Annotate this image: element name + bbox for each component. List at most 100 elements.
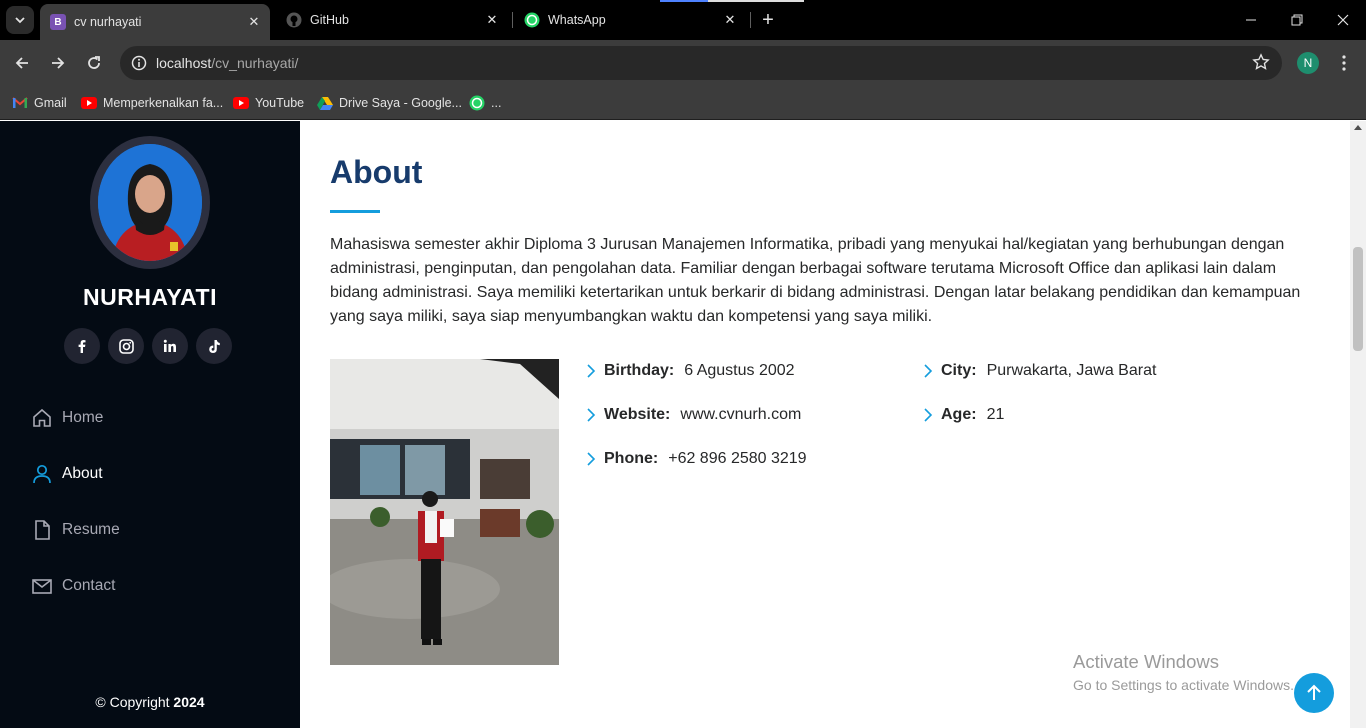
fact-label: Phone: bbox=[604, 450, 659, 467]
chevron-right-icon bbox=[586, 451, 596, 467]
drive-icon bbox=[317, 95, 333, 111]
close-icon[interactable]: ✕ bbox=[482, 10, 502, 30]
bookmark-drive[interactable]: Drive Saya - Google... bbox=[317, 92, 462, 114]
copyright-year: 2024 bbox=[173, 694, 205, 710]
tab-search-button[interactable] bbox=[6, 6, 34, 34]
activate-title: Activate Windows bbox=[1073, 651, 1219, 672]
whatsapp-icon bbox=[469, 95, 485, 111]
restore-icon bbox=[1291, 14, 1303, 26]
nav-home[interactable]: Home bbox=[30, 403, 103, 433]
restore-button[interactable] bbox=[1274, 0, 1320, 40]
fact-label: City: bbox=[941, 362, 977, 379]
chevron-right-icon bbox=[923, 407, 933, 423]
fact-label: Website: bbox=[604, 406, 671, 423]
person-icon bbox=[30, 462, 54, 486]
fact-city: City: Purwakarta, Jawa Barat bbox=[923, 359, 1156, 383]
tiktok-icon bbox=[209, 339, 220, 353]
gmail-icon bbox=[12, 95, 28, 111]
nav-label: Home bbox=[62, 409, 104, 426]
envelope-icon bbox=[30, 574, 54, 598]
forward-button[interactable] bbox=[44, 49, 72, 77]
fact-label: Birthday: bbox=[604, 362, 675, 379]
tab-title: cv nurhayati bbox=[74, 15, 142, 29]
bookmark-star-icon[interactable] bbox=[1252, 53, 1270, 76]
tab-title: GitHub bbox=[310, 13, 349, 27]
about-photo bbox=[330, 359, 559, 665]
instagram-icon bbox=[118, 338, 134, 354]
profile-name: NURHAYATI bbox=[82, 284, 217, 310]
close-icon[interactable]: ✕ bbox=[244, 12, 264, 32]
minimize-button[interactable] bbox=[1228, 0, 1274, 40]
bootstrap-icon: B bbox=[50, 14, 66, 30]
browser-tabbar: B cv nurhayati ✕ GitHub ✕ WhatsApp ✕ + bbox=[0, 0, 1366, 40]
scrollbar-thumb[interactable] bbox=[1353, 247, 1363, 351]
plus-icon: + bbox=[762, 8, 774, 31]
bookmark-youtube[interactable]: YouTube bbox=[233, 92, 304, 114]
fact-value: Purwakarta, Jawa Barat bbox=[986, 362, 1157, 379]
reload-button[interactable] bbox=[80, 49, 108, 77]
nav-label: Contact bbox=[62, 577, 116, 594]
arrow-left-icon bbox=[15, 57, 28, 69]
bookmark-label: Gmail bbox=[34, 96, 67, 110]
copyright-prefix: © Copyright bbox=[95, 694, 170, 710]
activate-subtitle: Go to Settings to activate Windows. bbox=[1073, 677, 1294, 693]
linkedin-link[interactable] bbox=[152, 328, 188, 364]
url-text: localhost/cv_nurhayati/ bbox=[156, 55, 298, 71]
bookmark-gmail[interactable]: Gmail bbox=[12, 92, 67, 114]
title-underline bbox=[330, 210, 380, 213]
loading-indicator bbox=[660, 0, 804, 2]
fact-value: 6 Agustus 2002 bbox=[684, 362, 795, 379]
file-icon bbox=[30, 518, 54, 542]
sidebar: NURHAYATI Home About Resume Contact © Co… bbox=[0, 121, 300, 728]
close-window-button[interactable] bbox=[1320, 0, 1366, 40]
new-tab-button[interactable]: + bbox=[756, 6, 780, 34]
tab-cv-nurhayati[interactable]: B cv nurhayati ✕ bbox=[40, 4, 270, 40]
minimize-icon bbox=[1246, 19, 1256, 21]
reload-icon bbox=[88, 56, 100, 69]
tab-whatsapp[interactable]: WhatsApp ✕ bbox=[514, 4, 746, 36]
back-button[interactable] bbox=[8, 49, 36, 77]
youtube-icon bbox=[81, 95, 97, 111]
fact-label: Age: bbox=[941, 406, 977, 423]
nav-contact[interactable]: Contact bbox=[30, 571, 115, 601]
fact-birthday: Birthday: 6 Agustus 2002 bbox=[586, 359, 795, 383]
profile-avatar[interactable]: N bbox=[1297, 52, 1319, 74]
site-info-icon[interactable] bbox=[122, 55, 156, 71]
nav-resume[interactable]: Resume bbox=[30, 515, 120, 545]
home-icon bbox=[30, 406, 54, 430]
bookmark-whatsapp[interactable]: ... bbox=[469, 92, 501, 114]
bookmark-label: Drive Saya - Google... bbox=[339, 96, 462, 110]
page-scrollbar[interactable] bbox=[1350, 121, 1366, 728]
arrow-right-icon bbox=[52, 57, 65, 69]
tab-separator bbox=[512, 12, 513, 28]
close-icon[interactable]: ✕ bbox=[720, 10, 740, 30]
chevron-right-icon bbox=[586, 363, 596, 379]
bookmark-memperkenalkan[interactable]: Memperkenalkan fa... bbox=[81, 92, 223, 114]
more-menu-icon[interactable] bbox=[1334, 49, 1354, 77]
facebook-link[interactable] bbox=[64, 328, 100, 364]
chevron-right-icon bbox=[923, 363, 933, 379]
nav-about[interactable]: About bbox=[30, 459, 103, 489]
fact-website: Website: www.cvnurh.com bbox=[586, 403, 801, 427]
nav-label: About bbox=[62, 465, 103, 482]
whatsapp-icon bbox=[524, 12, 540, 28]
tab-title: WhatsApp bbox=[548, 13, 606, 27]
linkedin-icon bbox=[163, 339, 176, 352]
fact-phone: Phone: +62 896 2580 3219 bbox=[586, 447, 807, 471]
close-icon bbox=[1337, 14, 1349, 26]
tab-github[interactable]: GitHub ✕ bbox=[276, 4, 508, 36]
arrow-up-icon bbox=[1307, 684, 1321, 700]
bookmark-label: Memperkenalkan fa... bbox=[103, 96, 224, 110]
scroll-up-arrow-icon[interactable] bbox=[1354, 125, 1362, 130]
url-host: localhost bbox=[156, 55, 212, 71]
chevron-right-icon bbox=[586, 407, 596, 423]
address-bar[interactable]: localhost/cv_nurhayati/ bbox=[120, 46, 1282, 80]
github-icon bbox=[286, 12, 302, 28]
bookmark-label: ... bbox=[491, 96, 502, 110]
chevron-down-icon bbox=[15, 17, 25, 24]
instagram-link[interactable] bbox=[108, 328, 144, 364]
about-description: Mahasiswa semester akhir Diploma 3 Jurus… bbox=[330, 236, 1301, 325]
tiktok-link[interactable] bbox=[196, 328, 232, 364]
nav-label: Resume bbox=[62, 521, 120, 538]
back-to-top-button[interactable] bbox=[1294, 673, 1334, 713]
